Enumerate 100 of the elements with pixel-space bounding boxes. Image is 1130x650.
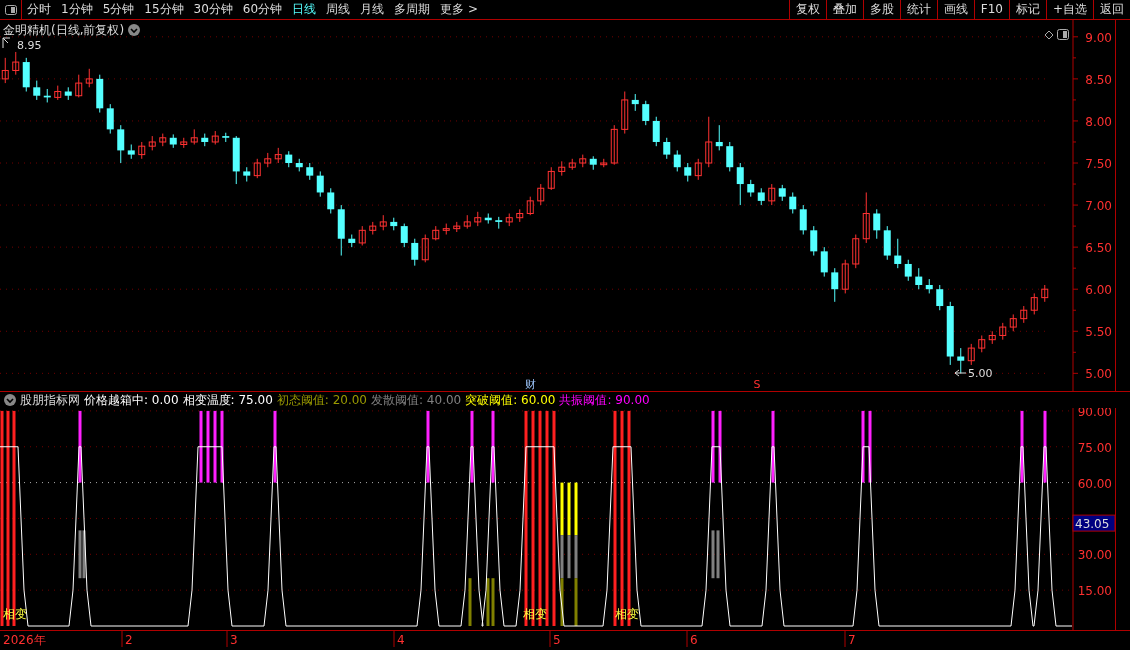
phase-label: 相变 [3, 607, 27, 621]
candle [978, 335, 986, 353]
value-label: 15.00 [1077, 584, 1112, 599]
candle [190, 128, 198, 145]
period-tab[interactable]: 月线 [355, 0, 390, 19]
candle [841, 259, 849, 294]
price-label: 5.00 [1085, 367, 1112, 382]
candle [222, 132, 230, 143]
candle [820, 246, 828, 278]
candle [967, 343, 975, 366]
period-tab[interactable]: 分时 [22, 0, 56, 19]
candle [295, 158, 303, 172]
candle [810, 225, 818, 257]
high-price-label: 8.95 [17, 39, 42, 52]
price-label: 8.00 [1085, 114, 1112, 129]
period-tab[interactable]: 5分钟 [97, 0, 140, 19]
price-label: 8.50 [1085, 72, 1112, 87]
panel-toggle-icon[interactable] [1057, 29, 1069, 40]
candle [442, 223, 450, 235]
candle [904, 259, 912, 282]
indicator-readout: 共振阈值: 90.00 [559, 392, 650, 409]
candle [463, 214, 471, 230]
candle [400, 223, 408, 248]
candle [957, 347, 965, 374]
candle [936, 284, 944, 311]
price-label: 7.50 [1085, 157, 1112, 171]
candle [621, 91, 629, 135]
candle [54, 85, 62, 101]
candle [862, 191, 870, 244]
candle [631, 93, 639, 112]
candle [33, 80, 41, 101]
period-tab[interactable]: 更多 > [435, 0, 483, 19]
candle [831, 267, 839, 303]
candle [537, 183, 545, 206]
price-label: 5.50 [1085, 325, 1112, 340]
candle [411, 238, 419, 267]
candle [547, 166, 555, 191]
diamond-icon[interactable] [1044, 30, 1054, 40]
candle [453, 221, 461, 233]
candle [421, 234, 429, 263]
candle [358, 225, 366, 246]
candle [106, 103, 114, 135]
indicator-readout: 初态阈值: 20.00 [276, 392, 367, 409]
date-label: 3 [230, 633, 238, 647]
period-tab[interactable]: 60分钟 [237, 0, 288, 19]
candle [663, 137, 671, 160]
candle [211, 130, 219, 145]
period-tab[interactable]: 1分钟 [56, 0, 98, 19]
low-price-label: 5.00 [968, 367, 993, 380]
candle [43, 88, 51, 103]
candle [568, 158, 576, 171]
candle [138, 141, 146, 160]
panel-toggle-icon[interactable] [4, 4, 17, 15]
candle [327, 187, 335, 214]
candle [285, 150, 293, 168]
dropdown-icon[interactable] [128, 24, 141, 36]
candle [789, 191, 797, 214]
candle [1041, 284, 1049, 303]
current-value-tag: 43.05 [1072, 514, 1115, 532]
candle [232, 135, 240, 185]
candle [852, 234, 860, 269]
date-label: 2 [125, 633, 133, 647]
candle [12, 51, 20, 76]
period-tab[interactable]: 15分钟 [139, 0, 189, 19]
candle [306, 162, 314, 181]
candle [610, 124, 618, 166]
finance-marker: 财 [524, 378, 536, 391]
period-tab[interactable]: 多周期 [389, 0, 436, 19]
candle [694, 158, 702, 181]
candle [516, 208, 524, 223]
candle [558, 160, 566, 177]
candle [474, 211, 482, 227]
leader-line [2, 37, 11, 49]
period-tab[interactable]: 周线 [321, 0, 356, 19]
candle [873, 208, 881, 240]
candle [180, 137, 188, 149]
candle [747, 179, 755, 198]
candle [600, 158, 608, 168]
dropdown-icon[interactable] [4, 394, 16, 406]
price-label: 9.00 [1085, 30, 1112, 45]
candle [337, 204, 345, 257]
candle [736, 162, 744, 206]
indicator-name: 股朋指标网 [20, 392, 80, 409]
candle [201, 133, 209, 147]
date-label: 4 [397, 633, 405, 647]
candle [726, 141, 734, 172]
candle [526, 196, 534, 216]
period-tab[interactable]: 日线 [287, 0, 322, 19]
candle [1, 57, 9, 84]
price-label: 6.50 [1085, 241, 1112, 256]
date-label: 2026年 [3, 633, 46, 647]
period-tab[interactable]: 30分钟 [188, 0, 238, 19]
candle [894, 238, 902, 269]
candle [925, 278, 933, 294]
indicator-readout: 价格越箱中: 0.00 [84, 392, 179, 409]
candle [169, 133, 177, 149]
date-label: 7 [848, 633, 856, 647]
value-label: 30.00 [1077, 548, 1112, 563]
candle [127, 144, 135, 160]
candle [369, 221, 377, 235]
